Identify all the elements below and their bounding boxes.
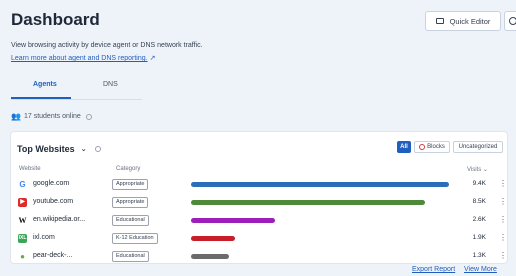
visits-bar-track <box>191 200 463 205</box>
table-row[interactable]: W en.wikipedia.or... Educational 2.6K ⋮ <box>10 212 508 230</box>
page-title: Dashboard <box>11 10 100 29</box>
more-options-icon[interactable]: ⋮ <box>499 215 507 224</box>
online-status: 👥 17 students online <box>11 112 92 121</box>
category-badge: Educational <box>112 251 149 262</box>
settings-button[interactable] <box>504 11 516 31</box>
learn-more-text: Learn more about agent and DNS reporting… <box>11 55 148 62</box>
filter-blocks-button[interactable]: Blocks <box>414 141 450 153</box>
filter-blocks-label: Blocks <box>427 144 445 150</box>
visits-bar-track <box>191 236 463 241</box>
view-more-link[interactable]: View More <box>464 266 497 273</box>
visits-bar-track <box>191 182 463 187</box>
export-report-link[interactable]: Export Report <box>412 266 455 273</box>
visits-count: 2.6K <box>472 216 486 223</box>
google-icon: G <box>19 180 26 189</box>
more-options-icon[interactable]: ⋮ <box>499 251 507 260</box>
youtube-icon: ▶ <box>18 198 27 207</box>
visits-bar <box>191 218 276 223</box>
table-row[interactable]: IXL ixl.com K-12 Education 1.9K ⋮ <box>10 230 508 248</box>
site-name: pear-deck-... <box>33 252 73 259</box>
site-name: en.wikipedia.or... <box>33 216 86 223</box>
visits-bar-track <box>191 254 463 259</box>
more-options-icon[interactable]: ⋮ <box>499 233 507 242</box>
visits-bar <box>191 200 425 205</box>
circle-icon <box>509 17 516 25</box>
visits-count: 9.4K <box>472 180 486 187</box>
online-count-text: 17 students online <box>23 113 81 120</box>
more-options-icon[interactable]: ⋮ <box>499 197 507 206</box>
visits-count: 1.3K <box>472 252 486 259</box>
site-name: youtube.com <box>33 198 74 205</box>
category-badge: Appropriate <box>112 197 149 208</box>
info-icon[interactable] <box>94 146 101 152</box>
filter-all-button[interactable]: All <box>397 141 411 153</box>
tab-agents[interactable]: Agents <box>33 81 57 88</box>
quick-editor-button[interactable]: Quick Editor <box>425 11 501 31</box>
category-badge: Educational <box>112 215 149 226</box>
quick-editor-label: Quick Editor <box>449 16 491 26</box>
filter-uncategorized-button[interactable]: Uncategorized <box>453 141 503 153</box>
ixl-icon: IXL <box>18 234 27 243</box>
table-row[interactable]: ▶ youtube.com Appropriate 8.5K ⋮ <box>10 194 508 212</box>
visits-bar <box>191 254 230 259</box>
page-description: View browsing activity by device agent o… <box>11 42 203 49</box>
category-badge: K-12 Education <box>112 233 158 244</box>
visits-count: 1.9K <box>472 234 486 241</box>
column-header-website: Website <box>19 166 41 172</box>
site-name: ixl.com <box>33 234 55 241</box>
editor-icon <box>435 18 444 24</box>
category-badge: Appropriate <box>112 179 149 190</box>
more-options-icon[interactable]: ⋮ <box>499 179 507 188</box>
table-row[interactable]: ● pear-deck-... Educational 1.3K ⋮ <box>10 248 508 266</box>
column-header-visits[interactable]: Visits ⌄ <box>467 166 488 173</box>
table-row[interactable]: G google.com Appropriate 9.4K ⋮ <box>10 176 508 194</box>
external-link-icon: ↗ <box>149 55 156 62</box>
column-header-category: Category <box>116 166 141 172</box>
scope-dropdown[interactable]: Top Websites ⌄ <box>17 141 101 157</box>
learn-more-link[interactable]: Learn more about agent and DNS reporting… <box>11 54 155 62</box>
scope-label: Top Websites <box>17 144 75 154</box>
block-icon <box>419 144 426 150</box>
visits-count: 8.5K <box>472 198 486 205</box>
site-name: google.com <box>33 180 70 187</box>
wikipedia-icon: W <box>18 216 27 225</box>
tab-divider <box>11 99 142 100</box>
chevron-down-icon: ⌄ <box>80 146 87 153</box>
sort-chevron-icon: ⌄ <box>482 167 488 173</box>
visits-bar <box>191 182 450 187</box>
peardeck-icon: ● <box>20 252 25 261</box>
visits-bar <box>191 236 235 241</box>
tab-dns[interactable]: DNS <box>103 81 118 88</box>
info-icon[interactable] <box>85 113 92 120</box>
visits-header-text: Visits <box>467 167 482 173</box>
visits-bar-track <box>191 218 463 223</box>
people-icon: 👥 <box>11 112 21 121</box>
